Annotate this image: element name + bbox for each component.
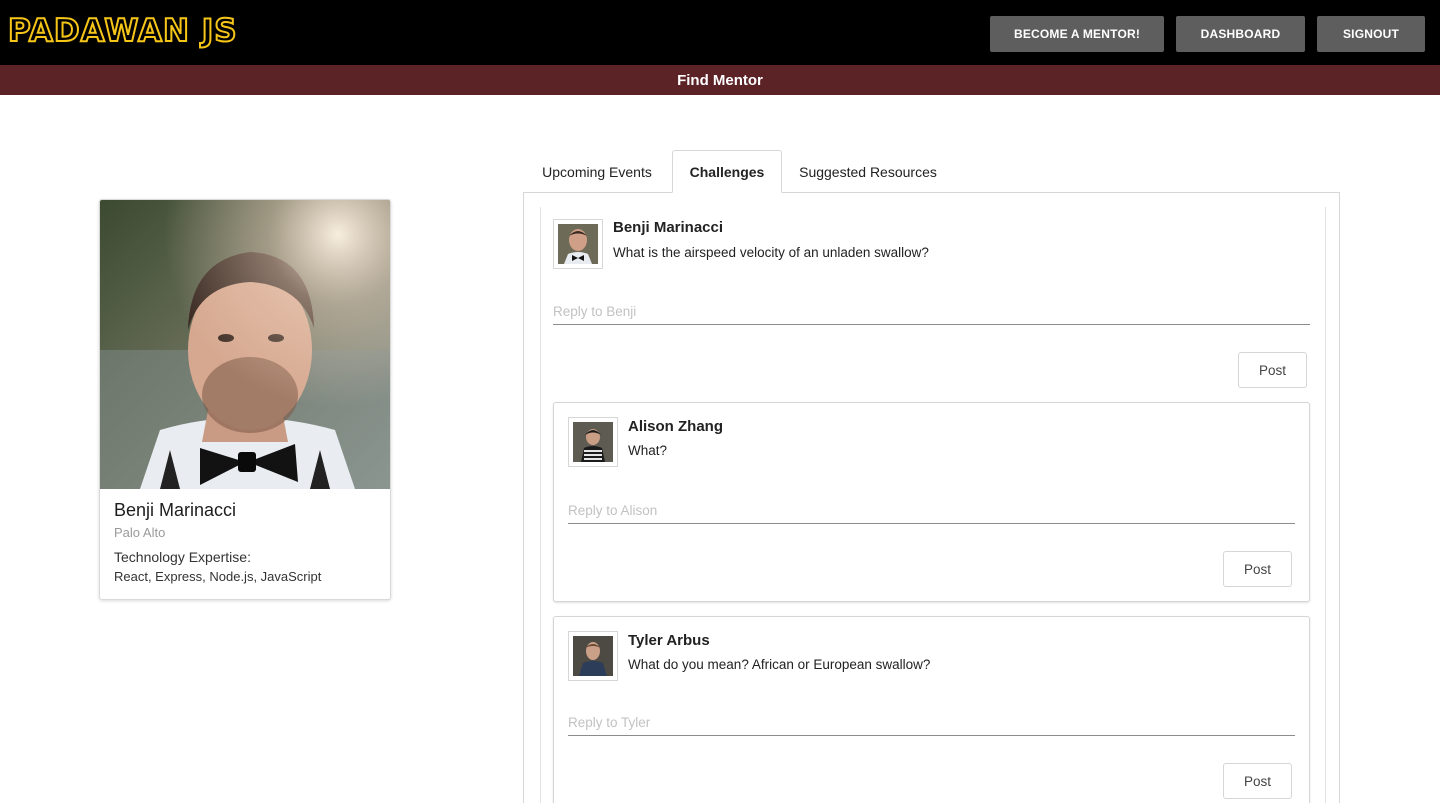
mentor-profile-photo [100,200,390,489]
challenge-message: What is the airspeed velocity of an unla… [613,245,929,260]
become-mentor-button[interactable]: BECOME A MENTOR! [990,16,1164,52]
reply-message-alison: What? [628,443,668,458]
page-title: Find Mentor [677,71,763,89]
reply-message-tyler: What do you mean? African or European sw… [628,657,931,672]
reply-input-benji[interactable] [553,299,1310,325]
tab-suggested-resources[interactable]: Suggested Resources [788,150,948,193]
reply-input-alison[interactable] [568,498,1295,524]
post-button-tyler[interactable]: Post [1223,763,1292,799]
post-button-benji[interactable]: Post [1238,352,1307,388]
dashboard-button[interactable]: DASHBOARD [1176,16,1305,52]
reply-author-name-alison: Alison Zhang [628,418,723,435]
logo-text: PADAWAN JS [7,12,238,50]
reply-author-avatar-tyler [568,631,618,681]
post-button-alison[interactable]: Post [1223,551,1292,587]
top-navbar: PADAWAN JS BECOME A MENTOR! DASHBOARD SI… [0,0,1440,65]
reply-author-name-tyler: Tyler Arbus [628,632,710,649]
mentor-name: Benji Marinacci [114,500,237,520]
tab-upcoming-events[interactable]: Upcoming Events [527,150,667,193]
signout-button[interactable]: SIGNOUT [1317,16,1425,52]
technology-expertise-label: Technology Expertise: [114,549,251,565]
reply-input-tyler[interactable] [568,710,1295,736]
mentor-location: Palo Alto [114,525,166,540]
challenge-author-avatar [553,219,603,269]
challenge-author-name: Benji Marinacci [613,219,724,236]
tab-challenges[interactable]: Challenges [672,150,782,193]
technology-expertise-list: React, Express, Node.js, JavaScript [114,569,322,584]
mentor-profile-card: Benji Marinacci Palo Alto Technology Exp… [99,199,391,600]
page-title-bar: Find Mentor [0,65,1440,95]
reply-author-avatar-alison [568,417,618,467]
padawan-js-logo[interactable]: PADAWAN JS [7,10,238,52]
